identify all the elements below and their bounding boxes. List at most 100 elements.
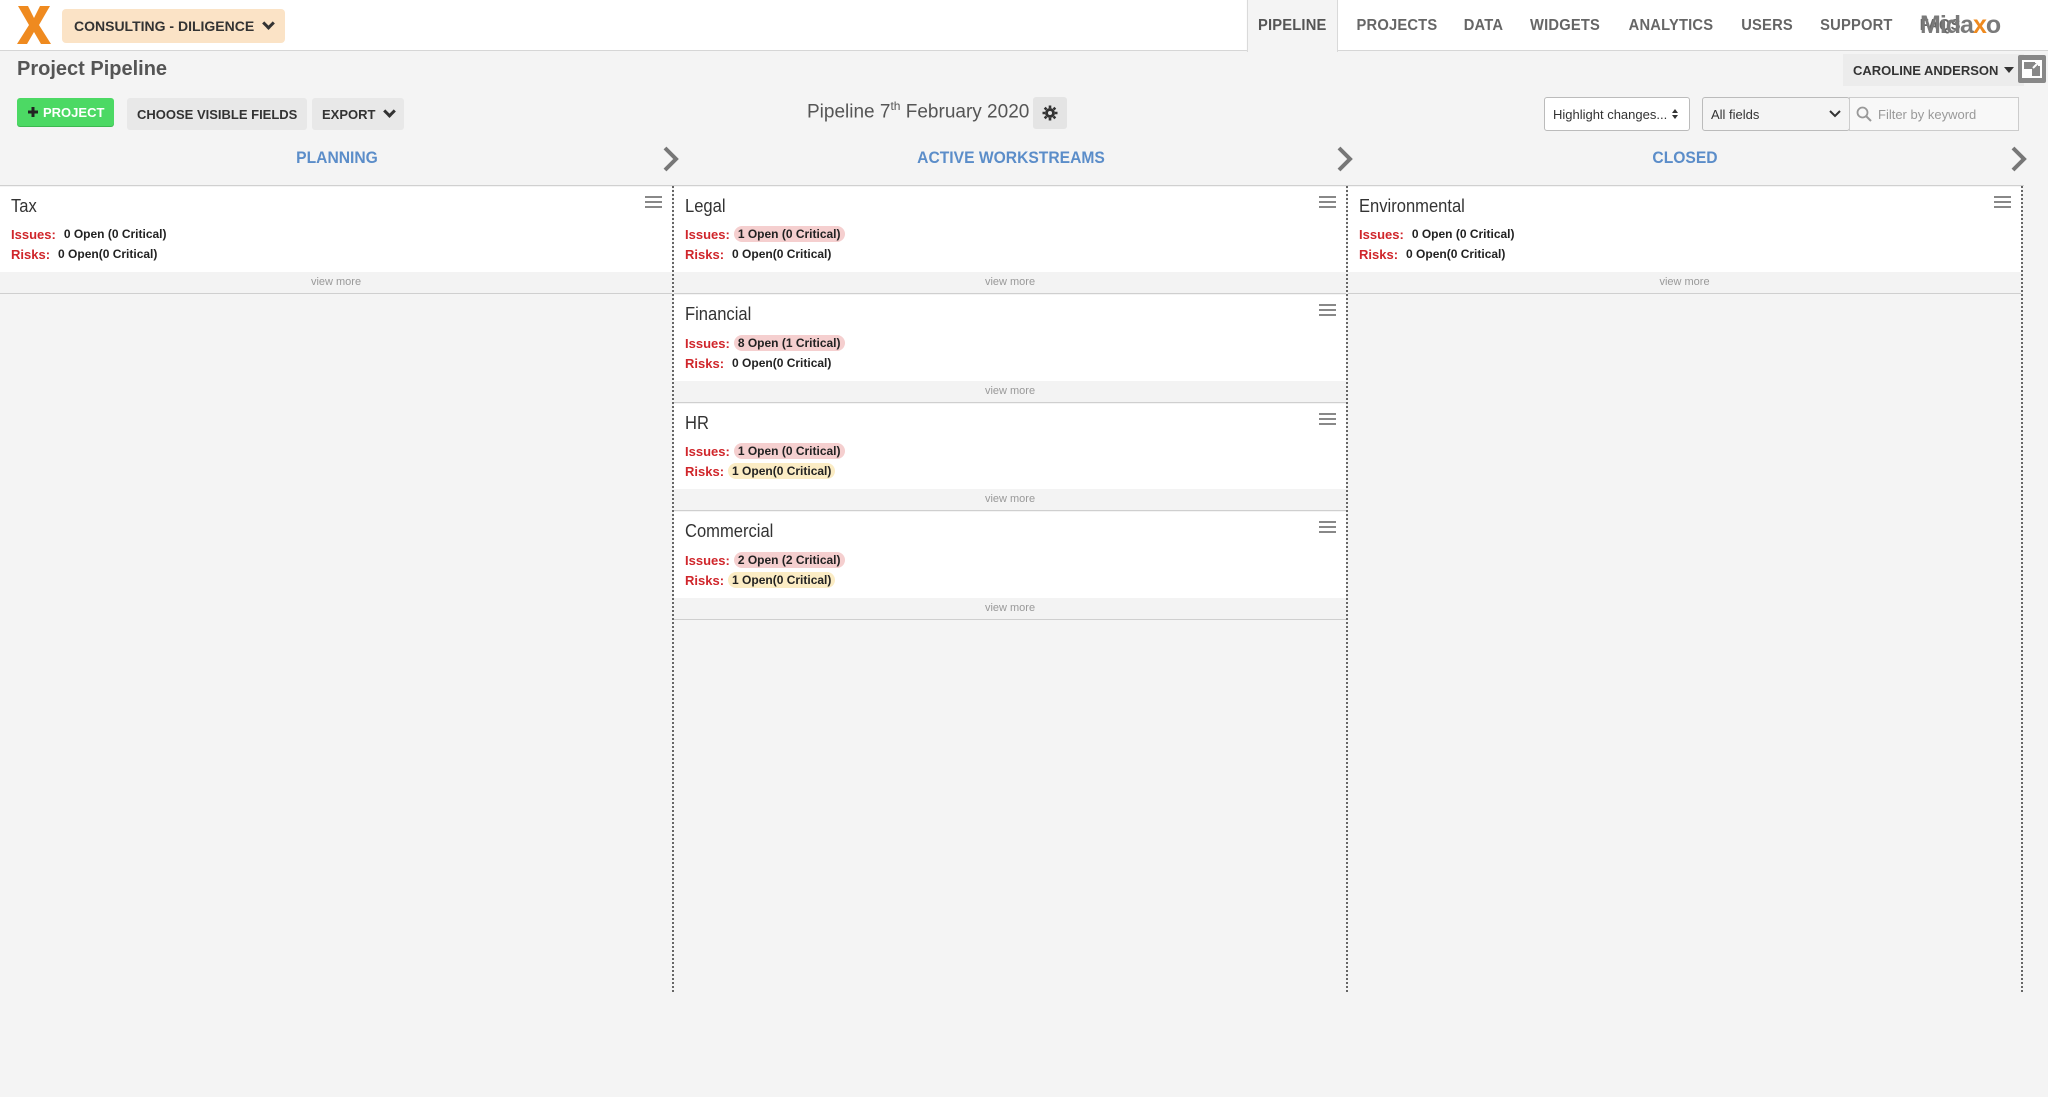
nav-support[interactable]: SUPPORT [1810, 0, 1903, 51]
filter-placeholder: Filter by keyword [1878, 106, 1977, 122]
risks-value: 0 Open(0 Critical) [732, 247, 832, 261]
nav-users[interactable]: USERS [1731, 0, 1803, 51]
page-title: Project Pipeline [17, 58, 168, 80]
hamburger-menu-icon[interactable] [1319, 413, 1336, 427]
card-issues-row: Issues: 8 Open (1 Critical) [685, 335, 845, 351]
column-header-planning: PLANNING [296, 148, 378, 167]
card-risks-row: Risks: 1 Open(0 Critical) [685, 463, 836, 479]
chevron-down-icon [1829, 110, 1841, 118]
column-divider-top [0, 185, 2024, 186]
card-title: Financial [685, 304, 752, 324]
brand-pre: Mida [1920, 11, 1974, 39]
nav-analytics[interactable]: ANALYTICS [1619, 0, 1724, 51]
card-title: Commercial [685, 521, 774, 541]
view-more-link[interactable]: view more [674, 272, 1346, 293]
issues-value: 8 Open (1 Critical) [733, 335, 845, 351]
card-risks-row: Risks: 0 Open(0 Critical) [11, 246, 161, 262]
brand-x: x [1972, 11, 1987, 39]
project-card-commercial[interactable]: Commercial Issues: 2 Open (2 Critical) Ri… [674, 512, 1346, 620]
logo-x-icon[interactable] [14, 4, 54, 46]
project-card-legal[interactable]: Legal Issues: 1 Open (0 Critical) Risks: 0… [674, 187, 1346, 294]
issues-value: 0 Open (0 Critical) [63, 227, 167, 241]
view-more-link[interactable]: view more [674, 598, 1346, 619]
pipeline-title-suffix: February 2020 [900, 101, 1030, 123]
card-risks-row: Risks: 1 Open(0 Critical) [685, 572, 836, 588]
risks-value: 1 Open(0 Critical) [728, 572, 836, 588]
column-separator [1346, 186, 1348, 992]
issues-label: Issues: [1359, 226, 1404, 242]
highlight-changes-select[interactable]: Highlight changes... [1544, 97, 1690, 131]
user-menu[interactable]: CAROLINE ANDERSON [1843, 54, 2025, 86]
user-name: CAROLINE ANDERSON [1853, 62, 1999, 78]
nav-projects[interactable]: PROJECTS [1346, 0, 1447, 51]
risks-label: Risks: [11, 246, 51, 262]
card-issues-row: Issues: 0 Open (0 Critical) [11, 226, 171, 242]
brand-post: o [1985, 11, 2001, 39]
nav-widgets[interactable]: WIDGETS [1520, 0, 1610, 51]
view-more-link[interactable]: view more [1348, 272, 2021, 293]
export-button[interactable]: EXPORT [312, 98, 405, 130]
card-issues-row: Issues: 1 Open (0 Critical) [685, 443, 845, 459]
risks-label: Risks: [685, 572, 725, 588]
card-title: Legal [685, 196, 726, 216]
view-more-link[interactable]: view more [674, 489, 1346, 510]
card-issues-row: Issues: 0 Open (0 Critical) [1359, 226, 1519, 242]
card-risks-row: Risks: 0 Open(0 Critical) [685, 246, 835, 262]
column-header-closed: CLOSED [1652, 148, 1718, 167]
plus-icon [28, 107, 38, 117]
workspace-dropdown[interactable]: CONSULTING - DILIGENCE [62, 9, 286, 43]
export-label: EXPORT [322, 106, 376, 122]
project-card-hr[interactable]: HR Issues: 1 Open (0 Critical) Risks: 1 Op… [674, 404, 1346, 511]
choose-visible-fields-label: CHOOSE VISIBLE FIELDS [137, 106, 298, 122]
card-risks-row: Risks: 0 Open(0 Critical) [1359, 246, 1509, 262]
main-nav: PIPELINE PROJECTS DATA WIDGETS ANALYTICS… [1243, 0, 1973, 52]
card-title: Tax [11, 196, 37, 216]
top-bar: CONSULTING - DILIGENCE PIPELINE PROJECTS… [0, 0, 2048, 52]
chevron-down-icon [383, 105, 397, 118]
pipeline-settings-button[interactable] [1033, 97, 1067, 129]
card-issues-row: Issues: 2 Open (2 Critical) [685, 552, 845, 568]
view-more-link[interactable]: view more [0, 272, 672, 293]
issues-label: Issues: [11, 226, 56, 242]
pipeline-title-prefix: Pipeline 7 [807, 101, 891, 123]
column-separator [2021, 186, 2023, 992]
add-project-button[interactable]: PROJECT [17, 98, 115, 126]
issues-label: Issues: [685, 443, 730, 459]
card-title: HR [685, 413, 709, 433]
card-risks-row: Risks: 0 Open(0 Critical) [685, 355, 835, 371]
sort-arrows-icon [1672, 109, 1679, 119]
risks-value: 0 Open(0 Critical) [1406, 247, 1506, 261]
brand-logo[interactable]: Midaxo [1920, 11, 2001, 40]
view-more-link[interactable]: view more [674, 381, 1346, 402]
expand-icon[interactable] [2018, 55, 2046, 83]
hamburger-menu-icon[interactable] [1319, 196, 1336, 210]
chevron-right-icon [2011, 146, 2027, 172]
keyword-filter-input[interactable]: Filter by keyword [1849, 97, 2019, 131]
risks-value: 1 Open(0 Critical) [728, 463, 836, 479]
risks-value: 0 Open(0 Critical) [732, 356, 832, 370]
risks-value: 0 Open(0 Critical) [58, 247, 158, 261]
risks-label: Risks: [1359, 246, 1399, 262]
project-card-tax[interactable]: Tax Issues: 0 Open (0 Critical) Risks: 0 O… [0, 187, 672, 294]
hamburger-menu-icon[interactable] [1319, 304, 1336, 318]
highlight-changes-value: Highlight changes... [1553, 106, 1668, 122]
issues-value: 1 Open (0 Critical) [733, 226, 845, 242]
nav-pipeline[interactable]: PIPELINE [1246, 0, 1338, 52]
issues-value: 2 Open (2 Critical) [733, 552, 845, 568]
workspace-label: CONSULTING - DILIGENCE [74, 18, 255, 34]
chevron-right-icon [1337, 146, 1353, 172]
card-title: Environmental [1359, 196, 1465, 216]
fields-select[interactable]: All fields [1702, 97, 1850, 131]
issues-value: 0 Open (0 Critical) [1411, 227, 1515, 241]
add-project-label: PROJECT [43, 104, 105, 120]
choose-visible-fields-button[interactable]: CHOOSE VISIBLE FIELDS [127, 98, 308, 130]
hamburger-menu-icon[interactable] [1994, 196, 2011, 210]
column-header-active-workstreams: ACTIVE WORKSTREAMS [917, 148, 1105, 167]
project-card-financial[interactable]: Financial Issues: 8 Open (1 Critical) Ris… [674, 295, 1346, 403]
nav-data[interactable]: DATA [1454, 0, 1514, 51]
hamburger-menu-icon[interactable] [1319, 521, 1336, 535]
risks-label: Risks: [685, 246, 725, 262]
hamburger-menu-icon[interactable] [645, 196, 662, 210]
fields-value: All fields [1711, 106, 1760, 122]
project-card-environmental[interactable]: Environmental Issues: 0 Open (0 Critical)… [1348, 187, 2021, 294]
